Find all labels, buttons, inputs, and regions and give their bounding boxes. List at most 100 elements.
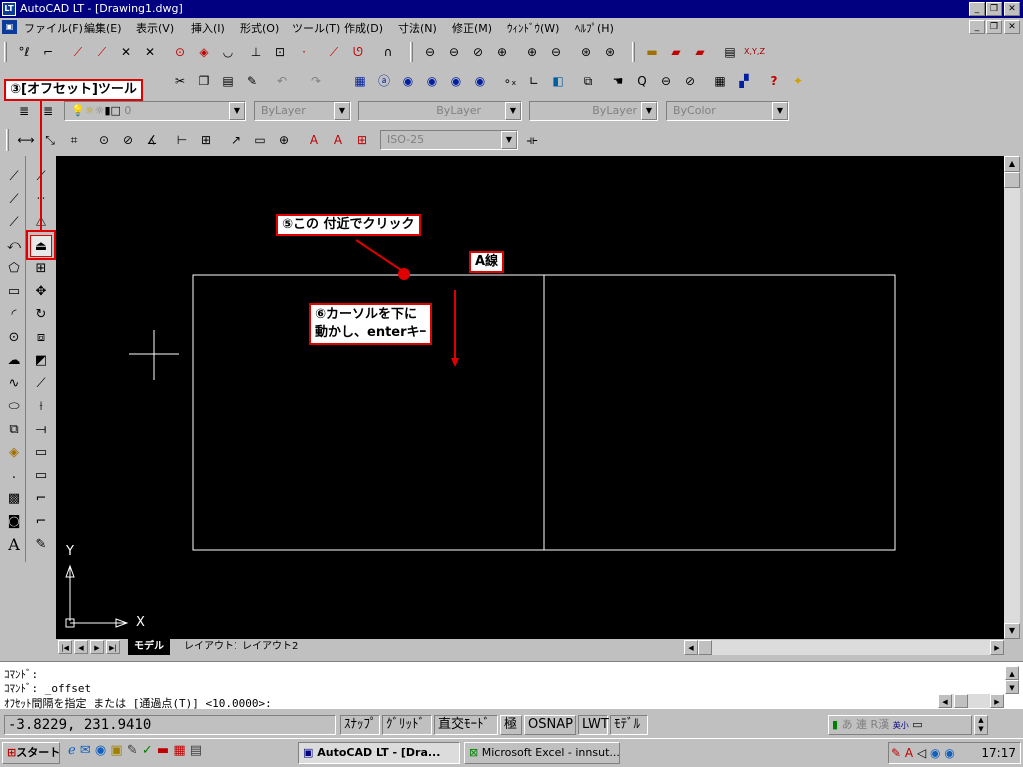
menu-format[interactable]: 形式(O) <box>240 20 279 36</box>
menu-help[interactable]: ﾍﾙﾌﾟ(H) <box>575 20 614 36</box>
break-point-icon[interactable]: ▭ <box>30 442 52 464</box>
network-icon[interactable]: ◉ <box>930 746 940 760</box>
pen-icon[interactable]: ✎ <box>891 746 901 760</box>
command-hscrollbar[interactable]: ◀ ▶ <box>938 694 1004 708</box>
pan-icon[interactable]: ☚ <box>608 71 628 91</box>
zoom-previous-icon[interactable]: ⊘ <box>680 71 700 91</box>
extend-icon[interactable]: ⟞ <box>30 419 52 441</box>
region-icon[interactable]: ◙ <box>3 511 25 533</box>
break-icon[interactable]: ▭ <box>30 465 52 487</box>
insert-block-icon[interactable]: ⧉ <box>3 419 25 441</box>
polygon-arc-icon[interactable]: ⤺ <box>3 235 25 257</box>
zoom-all-icon[interactable]: ⊛ <box>576 42 596 62</box>
menu-edit[interactable]: 編集(E) <box>84 20 122 36</box>
paste-icon[interactable]: ▤ <box>218 71 238 91</box>
dim-tolerance-icon[interactable]: ▭ <box>250 130 270 150</box>
minimize-button[interactable]: _ <box>969 2 985 16</box>
command-window[interactable]: ｺﾏﾝﾄﾞ: ｺﾏﾝﾄﾞ: _offset ｵﾌｾｯﾄ間隔を指定 または [通過… <box>0 661 1023 711</box>
task-autocad[interactable]: ▣ AutoCAD LT - [Dra... <box>298 742 460 764</box>
doc-close-button[interactable]: ✕ <box>1004 20 1020 34</box>
chamfer-icon[interactable]: ⌐ <box>30 488 52 510</box>
ucs-world-icon[interactable]: ∟ <box>524 71 544 91</box>
app-icon-2[interactable]: ✓ <box>142 743 153 758</box>
tray-app-icon[interactable]: ◉ <box>944 746 954 760</box>
app-icon-4[interactable]: ▦ <box>173 743 185 758</box>
undo-icon[interactable]: ↶ <box>272 71 292 91</box>
snap-center-icon[interactable]: ⊙ <box>170 42 190 62</box>
rotate-icon[interactable]: ↻ <box>30 304 52 326</box>
horizontal-scrollbar[interactable]: ◀ ▶ <box>684 640 1004 655</box>
dim-text-edit-icon[interactable]: A <box>328 130 348 150</box>
match-properties-icon[interactable]: ✎ <box>242 71 262 91</box>
toolbar-grip[interactable] <box>632 42 635 62</box>
command-scroll-left[interactable]: ◀ <box>938 694 952 708</box>
ucs-xyz-icon[interactable]: X,Y,Z <box>744 42 765 62</box>
polar-toggle[interactable]: 極 <box>500 715 522 735</box>
xline-icon[interactable]: ⟋ <box>3 189 25 211</box>
ortho-toggle[interactable]: 直交ﾓｰﾄﾞ <box>434 715 498 735</box>
menu-dimension[interactable]: 寸法(N) <box>398 20 437 36</box>
zoom-in-icon[interactable]: ⊕ <box>522 42 542 62</box>
chevron-down-icon[interactable]: ▼ <box>772 102 788 120</box>
cut-icon[interactable]: ✂ <box>170 71 190 91</box>
menu-file[interactable]: ファイル(F) <box>24 20 83 36</box>
web-icon[interactable]: ⓐ <box>374 71 394 91</box>
scroll-left-button[interactable]: ◀ <box>684 640 698 655</box>
chevron-down-icon[interactable]: ▼ <box>229 102 245 120</box>
tab-first-button[interactable]: |◀ <box>58 640 72 654</box>
lineweight-combo[interactable]: ByLayer ▼ <box>529 101 658 121</box>
command-hscroll-thumb[interactable] <box>954 694 968 708</box>
snap-intersection-icon[interactable]: ⟋ <box>92 42 112 62</box>
trim-icon[interactable]: ⟊ <box>30 396 52 418</box>
tab-prev-button[interactable]: ◀ <box>74 640 88 654</box>
hatch-icon[interactable]: ▩ <box>3 488 25 510</box>
zoom-window2-icon[interactable]: ⊖ <box>656 71 676 91</box>
dim-angular-icon[interactable]: ∡ <box>142 130 162 150</box>
zoom-extents-icon[interactable]: ⊛ <box>600 42 620 62</box>
snap-node-icon[interactable]: · <box>294 42 314 62</box>
adcenter-icon[interactable]: ▞ <box>734 71 754 91</box>
zoom-scale-icon[interactable]: ⊘ <box>468 42 488 62</box>
tab-next-button[interactable]: ▶ <box>90 640 104 654</box>
chevron-down-icon[interactable]: ▼ <box>334 102 350 120</box>
redo-icon[interactable]: ↷ <box>306 71 326 91</box>
snap-apparent-icon[interactable]: ✕ <box>116 42 136 62</box>
tab-layout2[interactable]: レイアウト2 <box>236 639 305 655</box>
zoom-realtime-icon[interactable]: Q <box>632 71 652 91</box>
dim-baseline-icon[interactable]: ⊢ <box>172 130 192 150</box>
ucs-icon[interactable]: ∘ₓ <box>500 71 520 91</box>
command-scroll-right[interactable]: ▶ <box>990 694 1004 708</box>
dim-diameter-icon[interactable]: ⊘ <box>118 130 138 150</box>
close-button[interactable]: ✕ <box>1004 2 1020 16</box>
menu-modify[interactable]: 修正(M) <box>452 20 492 36</box>
command-scroll-down[interactable]: ▼ <box>1005 680 1019 694</box>
scroll-thumb[interactable] <box>1004 172 1020 188</box>
named-views-icon[interactable]: ◧ <box>548 71 568 91</box>
properties-icon[interactable]: ▦ <box>710 71 730 91</box>
hyperlink-icon[interactable]: ◉ <box>446 71 466 91</box>
toolbar-grip[interactable] <box>6 129 9 151</box>
snap-toggle[interactable]: ｽﾅｯﾌﾟ <box>340 715 380 735</box>
zoom-window-icon[interactable]: ⊖ <box>420 42 440 62</box>
mtext-icon[interactable]: A <box>3 534 25 556</box>
explode-icon[interactable]: ✎ <box>30 534 52 556</box>
menu-window[interactable]: ｳｨﾝﾄﾞｳ(W) <box>507 20 559 36</box>
task-excel[interactable]: ⊠ Microsoft Excel - innsut... <box>464 742 620 764</box>
scroll-right-button[interactable]: ▶ <box>990 640 1004 655</box>
menu-insert[interactable]: 挿入(I) <box>191 20 225 36</box>
dimstyle-combo[interactable]: ISO-25 ▼ <box>380 130 518 150</box>
browse-icon[interactable]: ◉ <box>422 71 442 91</box>
command-prompt[interactable]: ｵﾌｾｯﾄ間隔を指定 または [通過点(T)] <10.0000>: <box>4 695 272 711</box>
ie-icon[interactable]: ℯ <box>68 743 76 758</box>
osnap-toggle[interactable]: OSNAP <box>524 715 576 735</box>
lengthen-icon[interactable]: ⟋ <box>30 373 52 395</box>
help-icon[interactable]: ? <box>764 71 784 91</box>
view-3d-icon[interactable]: ▰ <box>690 42 710 62</box>
dimstyle-manager-icon[interactable]: ⟛ <box>522 130 542 150</box>
ime-menu-button[interactable]: ▲ ▼ <box>974 715 988 735</box>
app-icon-3[interactable]: ▬ <box>157 743 169 758</box>
whats-this-icon[interactable]: ✦ <box>788 71 808 91</box>
linetype-combo[interactable]: ByLayer ▼ <box>358 101 522 121</box>
dim-leader-icon[interactable]: ↗ <box>226 130 246 150</box>
rectangle-icon[interactable]: ▭ <box>3 281 25 303</box>
